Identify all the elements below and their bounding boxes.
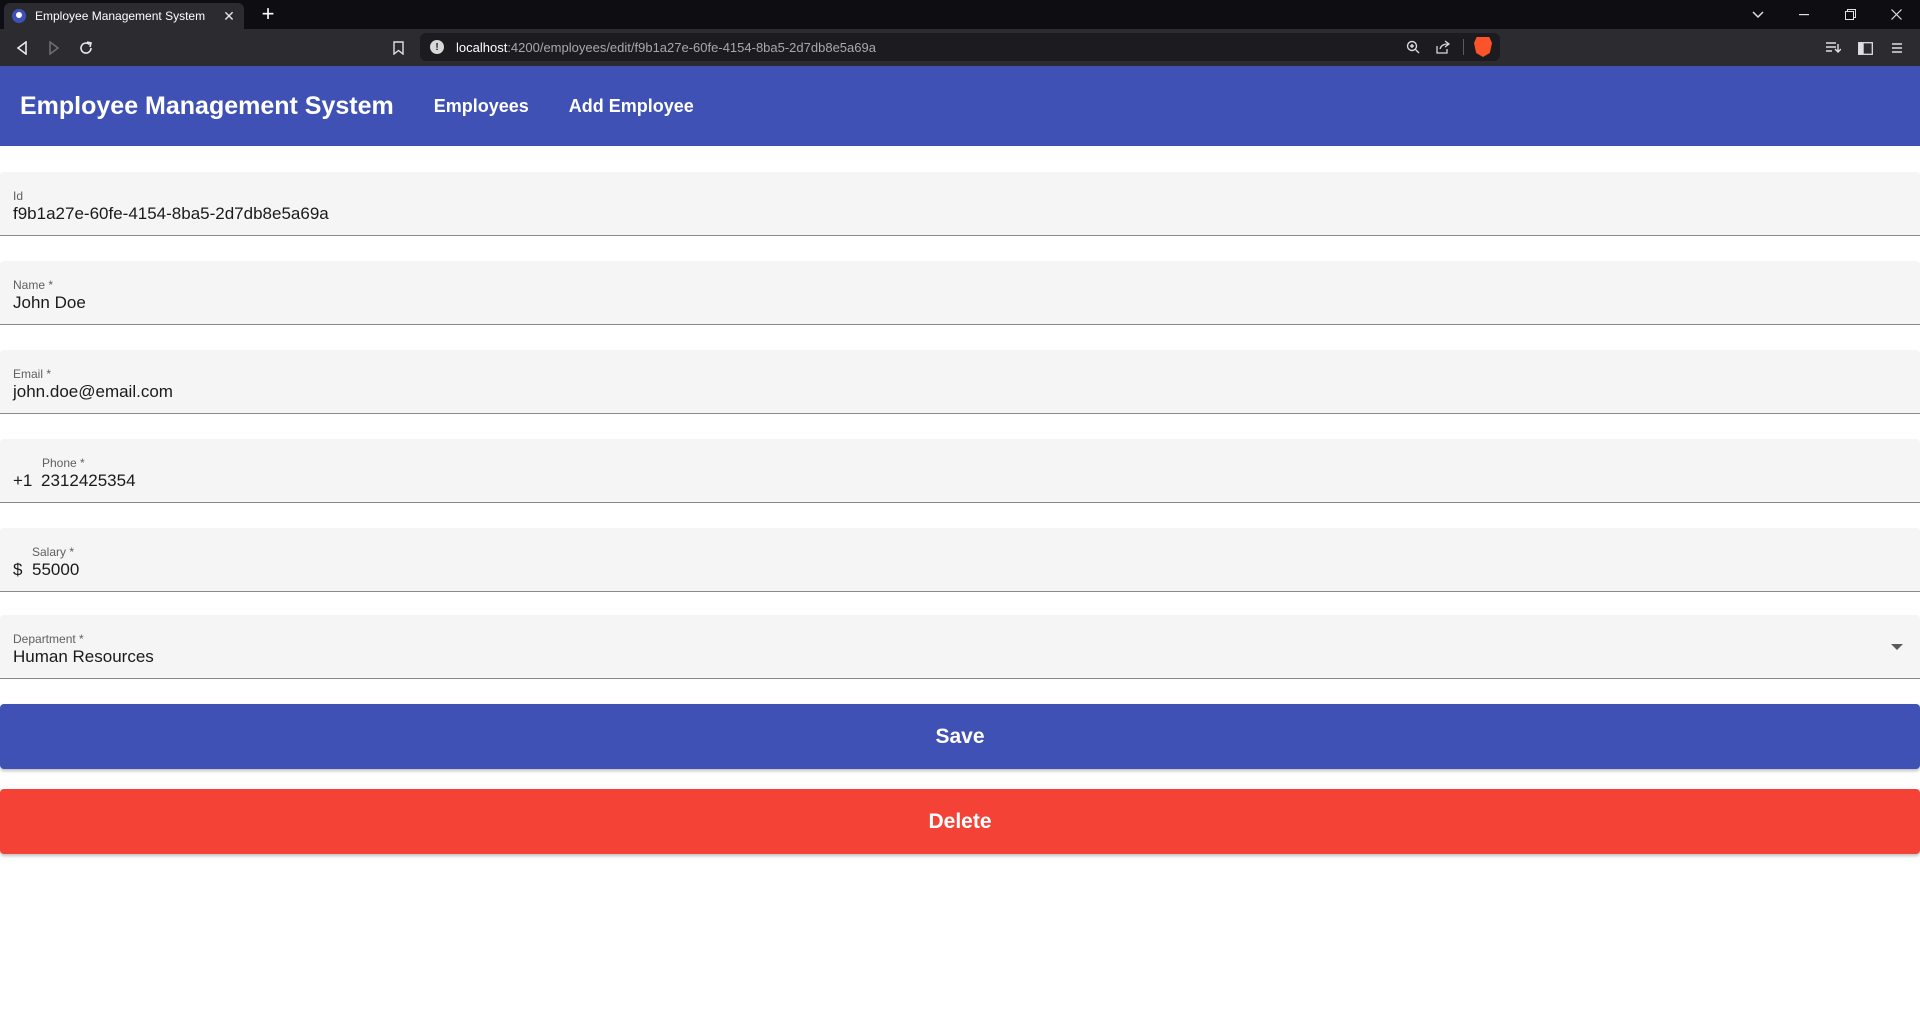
- new-tab-button[interactable]: +: [256, 2, 280, 26]
- browser-tabstrip: Employee Management System ✕ +: [0, 0, 1920, 29]
- app-header: Employee Management System Employees Add…: [0, 66, 1920, 146]
- address-bar[interactable]: ! localhost:4200/employees/edit/f9b1a27e…: [420, 33, 1500, 61]
- department-select[interactable]: Department * Human Resources: [0, 615, 1920, 679]
- app-favicon-icon: [12, 9, 26, 23]
- tab-title: Employee Management System: [35, 9, 206, 23]
- dropdown-arrow-icon[interactable]: [1891, 644, 1903, 650]
- minimize-icon[interactable]: [1781, 0, 1827, 29]
- reload-icon[interactable]: [73, 35, 99, 61]
- phone-prefix: +1: [13, 471, 33, 490]
- brave-shields-icon[interactable]: [1474, 37, 1492, 57]
- share-icon[interactable]: [1433, 37, 1453, 57]
- app-title: Employee Management System: [20, 91, 394, 120]
- salary-field[interactable]: Salary * $ 55000: [0, 528, 1920, 592]
- address-bar-actions: [1403, 37, 1492, 57]
- site-info-icon[interactable]: !: [430, 40, 444, 54]
- delete-button[interactable]: Delete: [0, 789, 1920, 854]
- nav-link-employees[interactable]: Employees: [414, 96, 549, 117]
- email-field[interactable]: Email * john.doe@email.com: [0, 350, 1920, 414]
- email-label: Email *: [13, 367, 52, 381]
- id-field[interactable]: Id f9b1a27e-60fe-4154-8ba5-2d7db8e5a69a: [0, 172, 1920, 236]
- browser-toolbar: ! localhost:4200/employees/edit/f9b1a27e…: [0, 29, 1920, 66]
- email-value: john.doe@email.com: [13, 382, 173, 401]
- salary-label: Salary *: [32, 545, 75, 559]
- url-host: localhost: [456, 39, 508, 55]
- browser-tab[interactable]: Employee Management System ✕: [4, 3, 244, 29]
- save-button[interactable]: Save: [0, 704, 1920, 769]
- phone-value: 2312425354: [41, 471, 136, 490]
- salary-prefix: $: [13, 560, 23, 579]
- tab-close-icon[interactable]: ✕: [222, 8, 236, 25]
- nav-link-add-employee[interactable]: Add Employee: [549, 96, 714, 117]
- name-field[interactable]: Name * John Doe: [0, 261, 1920, 325]
- department-value: Human Resources: [13, 647, 154, 666]
- phone-field[interactable]: Phone * +1 2312425354: [0, 439, 1920, 503]
- url-path: :4200/employees/edit/f9b1a27e-60fe-4154-…: [507, 39, 876, 55]
- back-icon[interactable]: [9, 35, 35, 61]
- sidebar-toggle-icon[interactable]: [1852, 35, 1878, 61]
- phone-label: Phone *: [42, 456, 85, 470]
- id-label: Id: [13, 189, 24, 203]
- salary-value: 55000: [32, 560, 80, 579]
- reading-list-icon[interactable]: [1820, 35, 1846, 61]
- restore-icon[interactable]: [1827, 0, 1873, 29]
- department-label: Department *: [13, 632, 84, 646]
- address-bar-divider: [1463, 39, 1464, 55]
- close-window-icon[interactable]: [1873, 0, 1919, 29]
- menu-icon[interactable]: [1884, 35, 1910, 61]
- zoom-icon[interactable]: [1403, 37, 1423, 57]
- forward-icon[interactable]: [41, 35, 67, 61]
- bookmark-icon[interactable]: [386, 35, 410, 61]
- name-value: John Doe: [13, 293, 86, 312]
- id-value: f9b1a27e-60fe-4154-8ba5-2d7db8e5a69a: [13, 204, 329, 223]
- name-label: Name *: [13, 278, 54, 292]
- tab-search-icon[interactable]: [1735, 0, 1781, 29]
